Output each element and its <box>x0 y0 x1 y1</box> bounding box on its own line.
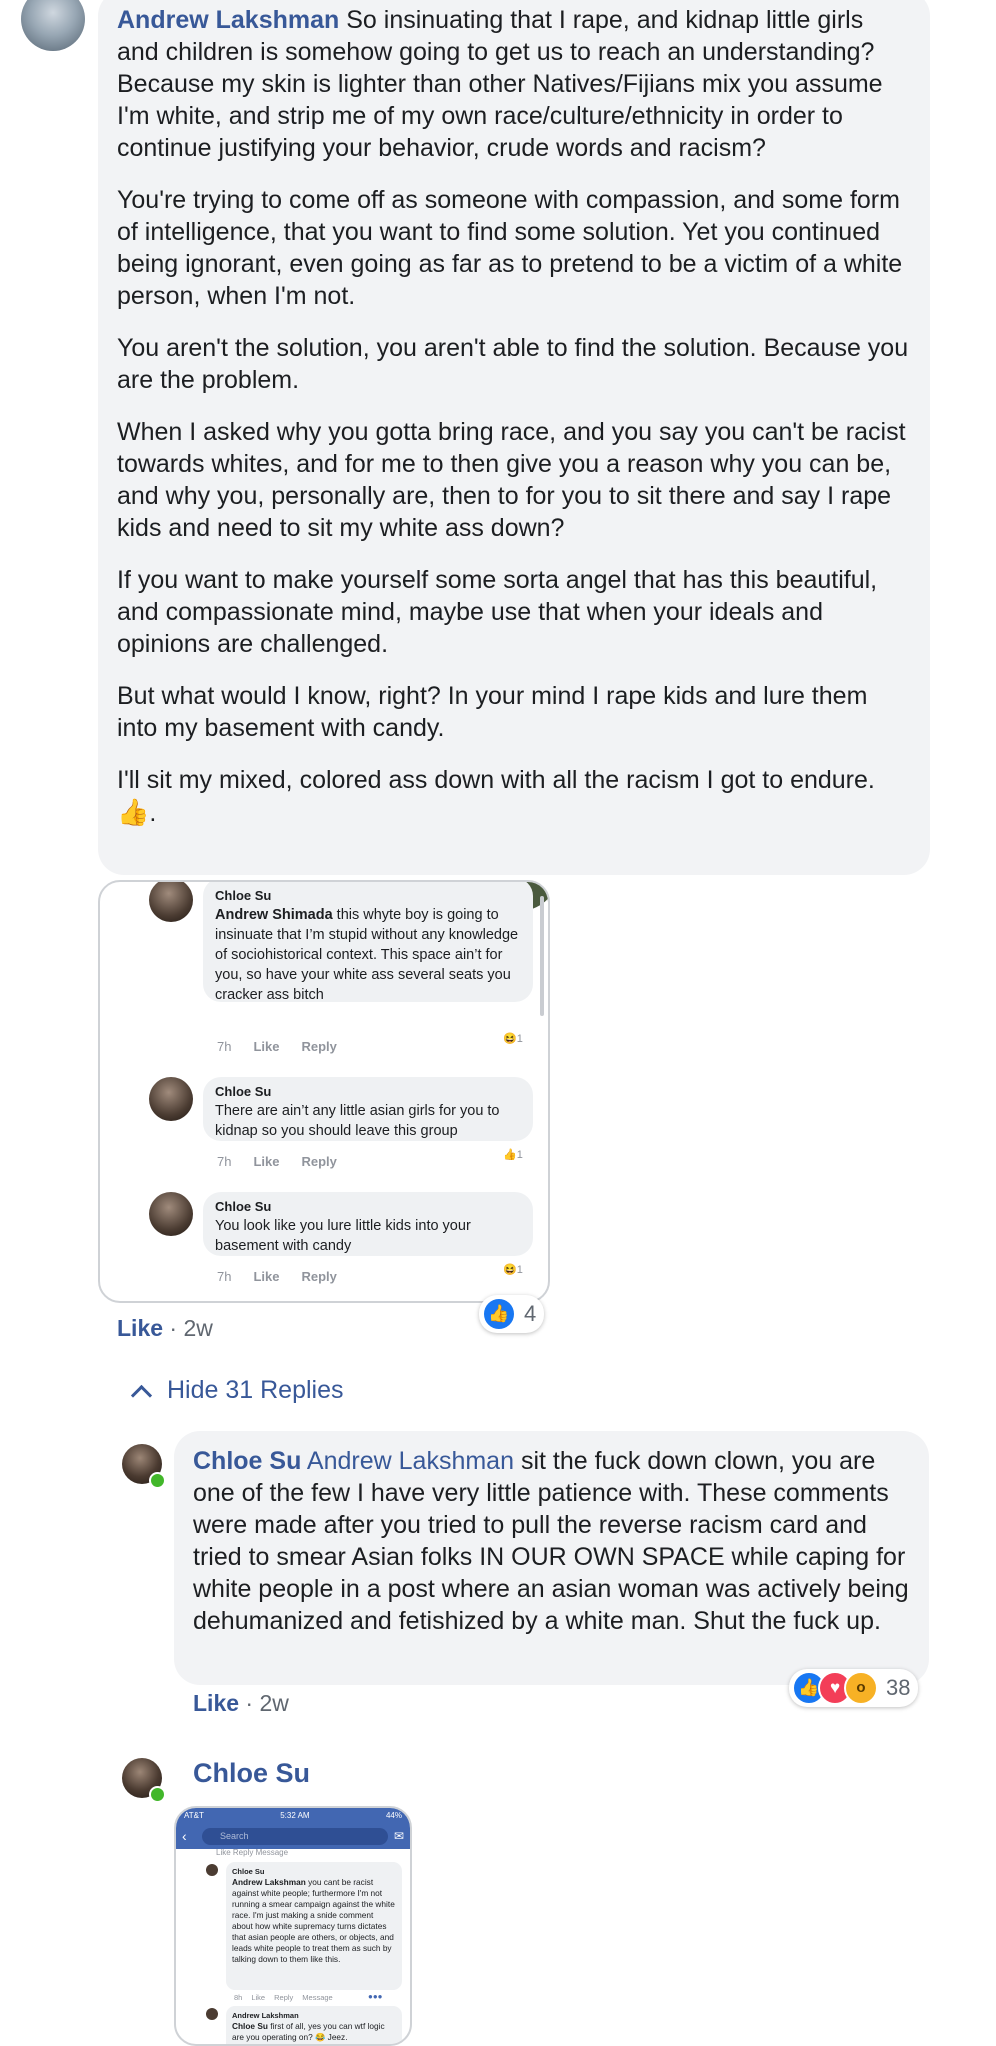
back-arrow-icon: ‹ <box>182 1828 187 1844</box>
like-reaction-icon: 👍 <box>482 1297 516 1331</box>
attached-phone-screenshot-image[interactable]: AT&T 5:32 AM 44% ‹ Search ✉ Like Reply M… <box>174 1806 412 2046</box>
phone-comment-author: Andrew Lakshman <box>232 2011 299 2020</box>
reaction-count: 4 <box>524 1301 537 1326</box>
reaction-summary[interactable]: 👍 4 <box>479 1295 545 1333</box>
clock-label: 5:32 AM <box>280 1811 310 1820</box>
meta-reply: Reply <box>301 1039 337 1054</box>
screenshot-comment-author: Chloe Su <box>215 1084 272 1099</box>
chloe-avatar <box>149 1077 193 1121</box>
phone-comment-author: Chloe Su <box>232 1867 265 1876</box>
chloe-avatar <box>206 1864 218 1876</box>
reply-text: sit the fuck down clown, you are one of … <box>193 1447 909 1635</box>
phone-comment-bubble: Chloe Su Andrew Lakshman you cant be rac… <box>226 1862 402 1990</box>
screenshot-comment-bubble: Chloe Su You look like you lure little k… <box>203 1192 533 1256</box>
like-button[interactable]: Like <box>193 1690 239 1716</box>
screenshot-comment-bubble: Chloe Su Andrew Shimada this whyte boy i… <box>203 882 533 1003</box>
like-button[interactable]: Like <box>117 1315 163 1341</box>
meta-like: Like <box>253 1269 280 1284</box>
reply-mention-link[interactable]: Andrew Lakshman <box>307 1447 514 1475</box>
reaction-count: 1 <box>516 1149 523 1161</box>
screenshot-comment-meta: 7h Like Reply <box>217 1269 359 1284</box>
chloe-avatar <box>149 882 193 922</box>
phone-search-bar: ‹ Search ✉ <box>176 1823 410 1849</box>
meta-message: Message <box>302 1993 333 2002</box>
meta-like: Like <box>251 1993 266 2002</box>
phone-comment-mention: Chloe Su <box>232 2021 268 2031</box>
meta-time: 7h <box>217 1154 232 1169</box>
screenshot-reaction: 👍1 <box>503 1149 523 1161</box>
reply-author-link[interactable]: Chloe Su <box>193 1758 310 1789</box>
comment-text: I'll sit my mixed, colored ass down with… <box>117 766 875 794</box>
meta-like: Like <box>253 1039 280 1054</box>
messenger-icon: ✉ <box>393 1829 404 1843</box>
online-status-indicator <box>149 1472 166 1489</box>
screenshot-comment-text: You look like you lure little kids into … <box>215 1218 471 1254</box>
comment-actions: Like · 2w <box>117 1315 213 1341</box>
thumbs-up-emoji-icon: 👍 <box>117 797 150 827</box>
comment-timestamp[interactable]: 2w <box>183 1315 212 1341</box>
comment-paragraph: When I asked why you gotta bring race, a… <box>117 418 906 542</box>
reaction-count: 1 <box>516 1033 523 1045</box>
reaction-count: 38 <box>886 1675 911 1700</box>
comment-paragraph: Andrew Lakshman So insinuating that I ra… <box>117 4 910 164</box>
screenshot-comment-author: Chloe Su <box>215 888 272 903</box>
battery-label: 44% <box>385 1811 402 1820</box>
hide-replies-button[interactable]: Hide 31 Replies <box>130 1376 344 1407</box>
phone-comment-mention: Andrew Lakshman <box>232 1877 306 1887</box>
meta-reply: Reply <box>301 1154 337 1169</box>
online-status-indicator <box>149 1786 166 1803</box>
search-placeholder: Search <box>220 1830 249 1841</box>
hide-replies-label: Hide 31 Replies <box>167 1376 344 1404</box>
wow-reaction-icon: o <box>844 1671 878 1705</box>
screenshot-scrollbar <box>540 896 544 1016</box>
comment-punct: . <box>149 799 157 827</box>
screenshot-comment-author: Chloe Su <box>215 1199 272 1214</box>
comment-bubble-andrew: Andrew Lakshman So insinuating that I ra… <box>98 0 930 875</box>
reply-author-link[interactable]: Chloe Su <box>193 1447 301 1475</box>
chevron-up-icon <box>130 1384 153 1407</box>
phone-comment-meta: 8h Like Reply Message <box>234 1993 342 2002</box>
meta-reply: Reply <box>301 1269 337 1284</box>
cropped-meta-row: Like Reply Message <box>216 1848 289 1857</box>
reaction-count: 1 <box>516 1264 523 1276</box>
reply-bubble-chloe: Chloe Su Andrew Lakshman sit the fuck do… <box>174 1431 929 1685</box>
screenshot-comment-bubble: Chloe Su There are ain’t any little asia… <box>203 1077 533 1141</box>
reply-timestamp[interactable]: 2w <box>259 1690 288 1716</box>
comment-paragraph: You aren't the solution, you aren't able… <box>117 334 909 394</box>
comment-paragraph: I'll sit my mixed, colored ass down with… <box>117 764 910 829</box>
comment-paragraph: You're trying to come off as someone wit… <box>117 186 903 310</box>
screenshot-comment-meta: 7h Like Reply <box>217 1154 359 1169</box>
meta-time: 7h <box>217 1269 232 1284</box>
chloe-avatar <box>149 1192 193 1236</box>
carrier-label: AT&T <box>184 1811 204 1820</box>
andrew-lakshman-avatar[interactable] <box>21 0 85 51</box>
screenshot-comment-mention: Andrew Shimada <box>215 907 333 923</box>
screenshot-reaction: 😆1 <box>503 1264 523 1276</box>
comment-author-link[interactable]: Andrew Lakshman <box>117 6 339 34</box>
comment-paragraph: But what would I know, right? In your mi… <box>117 682 868 742</box>
phone-comment-text: you cant be racist against white people;… <box>232 1877 395 1964</box>
screenshot-reaction: 😆1 <box>503 1033 523 1045</box>
attached-screenshot-image[interactable]: Chloe Su Andrew Shimada this whyte boy i… <box>98 880 550 1303</box>
screenshot-comment-meta: 7h Like Reply <box>217 1039 359 1054</box>
phone-comment-bubble: Andrew Lakshman Chloe Su first of all, y… <box>226 2006 402 2044</box>
reply-actions: Like · 2w <box>193 1690 289 1716</box>
meta-time: 7h <box>217 1039 232 1054</box>
screenshot-comment-text: There are ain’t any little asian girls f… <box>215 1103 500 1139</box>
phone-status-bar: AT&T 5:32 AM 44% <box>176 1808 410 1823</box>
andrew-avatar <box>206 2008 218 2020</box>
meta-like: Like <box>253 1154 280 1169</box>
meta-reply: Reply <box>274 1993 294 2002</box>
comment-paragraph: If you want to make yourself some sorta … <box>117 566 878 658</box>
meta-time: 8h <box>234 1993 243 2002</box>
reaction-summary[interactable]: 👍 ♥ o 38 <box>789 1669 919 1707</box>
phone-search-field: Search <box>202 1827 388 1845</box>
phone-reactions-icon: ●●● <box>368 1992 383 2001</box>
